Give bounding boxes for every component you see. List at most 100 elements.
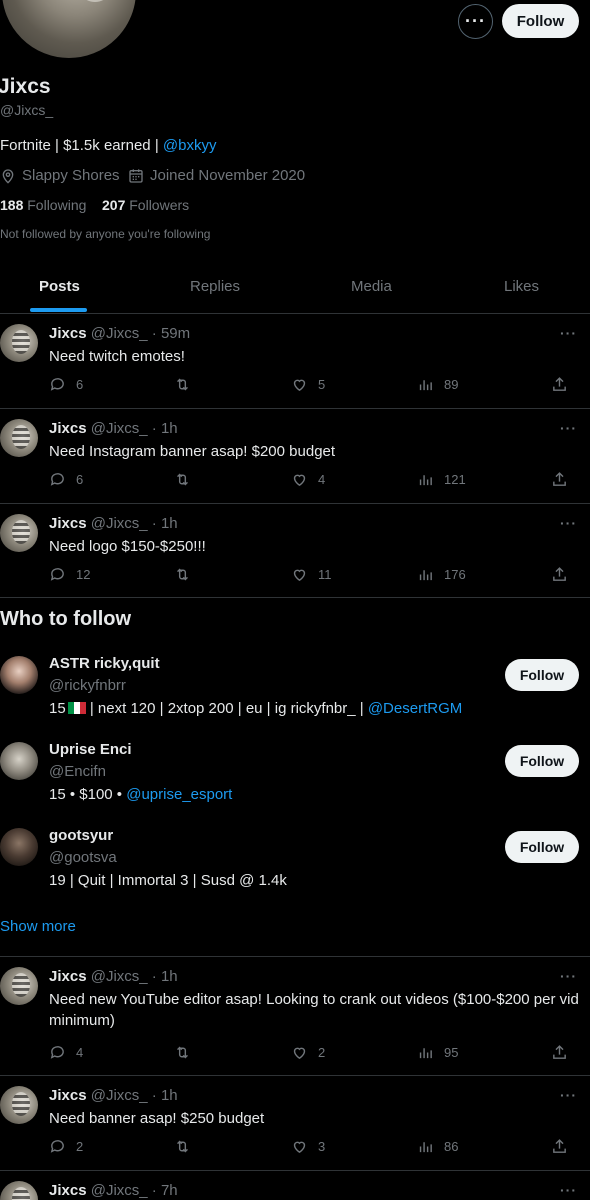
repost-icon bbox=[177, 1046, 188, 1059]
like-button[interactable]: 4 bbox=[291, 471, 325, 488]
post-author-name[interactable]: Jixcs bbox=[49, 1182, 87, 1199]
post-text: Need Instagram banner asap! $200 budget bbox=[49, 443, 336, 460]
follow-button[interactable]: Follow bbox=[505, 745, 579, 777]
followers-count: 207 bbox=[102, 197, 126, 213]
post[interactable]: Jixcs @Jixcs_ · 59m ··· Need twitch emotes… bbox=[0, 314, 590, 409]
bio-mention-link[interactable]: @uprise_esport bbox=[126, 786, 232, 803]
active-tab-indicator bbox=[30, 308, 87, 312]
repost-button[interactable] bbox=[174, 566, 201, 583]
post-avatar[interactable] bbox=[0, 419, 38, 457]
post-more-icon[interactable]: ··· bbox=[560, 420, 577, 436]
post[interactable]: Jixcs @Jixcs_ · 1h ··· Need new YouTube ed… bbox=[0, 957, 590, 1076]
share-button[interactable] bbox=[551, 1044, 568, 1061]
views-button[interactable]: 89 bbox=[417, 376, 458, 393]
post-avatar[interactable] bbox=[0, 514, 38, 552]
suggested-user-handle: @gootsva bbox=[49, 849, 117, 866]
follow-button[interactable]: Follow bbox=[505, 831, 579, 863]
post-header: Jixcs @Jixcs_ · 59m bbox=[49, 325, 190, 342]
views-button[interactable]: 86 bbox=[417, 1138, 458, 1155]
post[interactable]: Jixcs @Jixcs_ · 1h ··· Need Instagram bann… bbox=[0, 409, 590, 504]
post-meta: @Jixcs_ · 1h bbox=[90, 968, 178, 985]
views-button[interactable]: 176 bbox=[417, 566, 466, 583]
suggested-user-name[interactable]: ASTR ricky,quit bbox=[49, 655, 160, 672]
like-button[interactable]: 11 bbox=[291, 566, 332, 583]
suggested-user[interactable]: Uprise Enci @Encifn 15 • $100 • @uprise_… bbox=[0, 738, 590, 818]
reply-button[interactable]: 2 bbox=[49, 1138, 83, 1155]
post-meta: @Jixcs_ · 7h bbox=[90, 1182, 178, 1199]
post[interactable]: Jixcs @Jixcs_ · 1h ··· Need banner asap! $… bbox=[0, 1076, 590, 1171]
followers-stat[interactable]: 207 Followers bbox=[102, 197, 189, 213]
share-button[interactable] bbox=[551, 566, 568, 583]
like-button[interactable]: 3 bbox=[291, 1138, 325, 1155]
post-avatar[interactable] bbox=[0, 967, 38, 1005]
repost-button[interactable] bbox=[174, 471, 201, 488]
bio-mention-link[interactable]: @DesertRGM bbox=[368, 700, 462, 717]
reply-count: 12 bbox=[76, 567, 91, 582]
view-count: 89 bbox=[444, 377, 459, 392]
reply-button[interactable]: 12 bbox=[49, 566, 90, 583]
views-chart-icon bbox=[419, 475, 432, 486]
suggested-user-name[interactable]: gootsyur bbox=[49, 827, 113, 844]
tab-replies[interactable]: Replies bbox=[190, 278, 240, 295]
tab-posts[interactable]: Posts bbox=[39, 278, 80, 295]
tab-media[interactable]: Media bbox=[351, 278, 392, 295]
avatar[interactable] bbox=[0, 656, 38, 694]
views-button[interactable]: 95 bbox=[417, 1044, 458, 1061]
post-author-name[interactable]: Jixcs bbox=[49, 515, 87, 532]
post-meta: @Jixcs_ · 1h bbox=[90, 420, 178, 437]
post-more-icon[interactable]: ··· bbox=[560, 325, 577, 341]
like-button[interactable]: 5 bbox=[291, 376, 325, 393]
post-author-name[interactable]: Jixcs bbox=[49, 1087, 87, 1104]
bio-text: 19 | Quit | Immortal 3 | Susd @ 1.4k bbox=[49, 872, 287, 889]
avatar[interactable] bbox=[0, 828, 38, 866]
followers-label: Followers bbox=[129, 197, 190, 213]
repost-button[interactable] bbox=[174, 376, 201, 393]
post-author-name[interactable]: Jixcs bbox=[49, 420, 87, 437]
repost-button[interactable] bbox=[174, 1138, 201, 1155]
bio-text: 15 • $100 • bbox=[49, 786, 127, 803]
suggested-user[interactable]: gootsyur @gootsva 19 | Quit | Immortal 3… bbox=[0, 824, 590, 904]
profile-avatar[interactable] bbox=[0, 0, 140, 62]
heart-icon bbox=[293, 1047, 306, 1060]
share-icon bbox=[553, 1045, 566, 1059]
profile-location: Slappy Shores bbox=[0, 167, 120, 184]
view-count: 176 bbox=[444, 567, 466, 582]
repost-icon bbox=[177, 1140, 188, 1153]
post-author-name[interactable]: Jixcs bbox=[49, 325, 87, 342]
post-meta: @Jixcs_ · 1h bbox=[90, 515, 178, 532]
suggested-user-name[interactable]: Uprise Enci bbox=[49, 741, 132, 758]
profile-bio: Fortnite | $1.5k earned | @bxkyy bbox=[0, 137, 216, 154]
follow-button[interactable]: Follow bbox=[505, 659, 579, 691]
reply-button[interactable]: 6 bbox=[49, 471, 83, 488]
show-more-link[interactable]: Show more bbox=[0, 918, 76, 935]
post[interactable]: Jixcs @Jixcs_ · 1h ··· Need logo $150-$250… bbox=[0, 504, 590, 598]
post-more-icon[interactable]: ··· bbox=[560, 968, 577, 984]
follow-button[interactable]: Follow bbox=[502, 4, 579, 38]
post-author-name[interactable]: Jixcs bbox=[49, 968, 87, 985]
post-avatar[interactable] bbox=[0, 1181, 38, 1200]
following-stat[interactable]: 188 Following bbox=[0, 197, 86, 213]
share-button[interactable] bbox=[551, 1138, 568, 1155]
tab-likes[interactable]: Likes bbox=[504, 278, 539, 295]
reply-button[interactable]: 6 bbox=[49, 376, 83, 393]
reply-icon bbox=[50, 1140, 64, 1153]
post-more-icon[interactable]: ··· bbox=[560, 1087, 577, 1103]
more-options-button[interactable]: ··· bbox=[458, 4, 493, 39]
post-avatar[interactable] bbox=[0, 324, 38, 362]
post-more-icon[interactable]: ··· bbox=[560, 515, 577, 531]
share-button[interactable] bbox=[551, 471, 568, 488]
post-more-icon[interactable]: ··· bbox=[560, 1182, 577, 1198]
italy-flag-icon bbox=[67, 702, 86, 714]
like-button[interactable]: 2 bbox=[291, 1044, 325, 1061]
share-button[interactable] bbox=[551, 376, 568, 393]
reply-button[interactable]: 4 bbox=[49, 1044, 83, 1061]
post[interactable]: Jixcs @Jixcs_ · 7h ··· bbox=[0, 1171, 590, 1200]
suggested-user-bio: 15 | next 120 | 2xtop 200 | eu | ig rick… bbox=[49, 700, 462, 717]
views-button[interactable]: 121 bbox=[417, 471, 466, 488]
post-avatar[interactable] bbox=[0, 1086, 38, 1124]
bio-mention-link[interactable]: @bxkyy bbox=[163, 137, 217, 154]
repost-button[interactable] bbox=[174, 1044, 201, 1061]
suggested-user[interactable]: ASTR ricky,quit @rickyfnbrr 15 | next 12… bbox=[0, 652, 590, 732]
avatar[interactable] bbox=[0, 742, 38, 780]
post-actions: 12 11 176 bbox=[49, 566, 574, 586]
